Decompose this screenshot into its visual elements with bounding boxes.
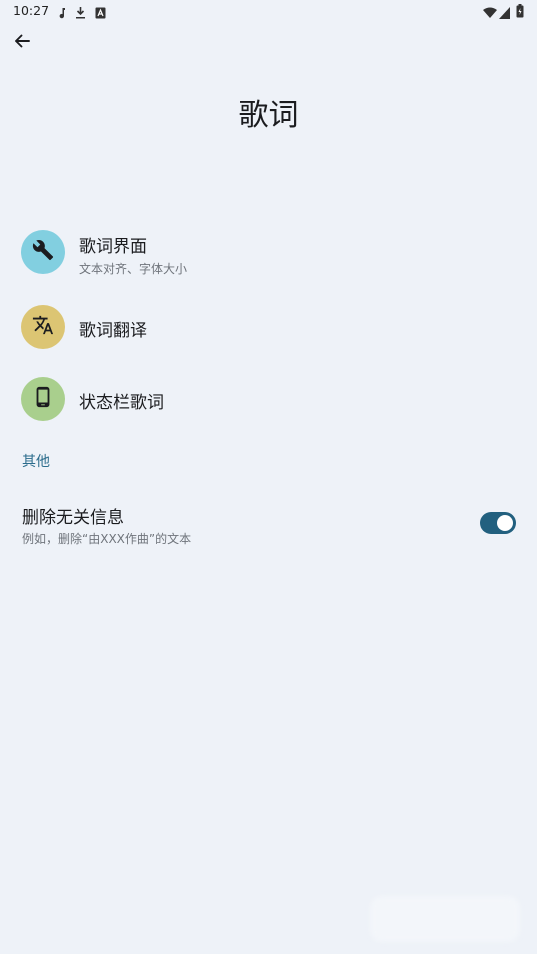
wrench-icon <box>32 239 54 265</box>
pref-summary: 文本对齐、字体大小 <box>79 262 188 276</box>
back-button[interactable] <box>8 29 36 57</box>
wifi-icon <box>483 4 497 23</box>
page-title: 歌词 <box>238 98 299 133</box>
battery-icon <box>516 3 524 22</box>
smartphone-icon <box>32 386 54 412</box>
pref-icon-bg <box>21 305 65 349</box>
pref-icon-bg <box>21 230 65 274</box>
toggle-switch[interactable] <box>480 512 516 534</box>
arrow-back-icon <box>13 32 31 54</box>
status-bar: 10:27 <box>0 0 537 22</box>
pref-lyrics-interface[interactable]: 歌词界面 文本对齐、字体大小 <box>0 219 537 285</box>
pref-title: 状态栏歌词 <box>79 393 164 413</box>
section-header-other: 其他 <box>22 454 50 470</box>
status-time: 10:27 <box>13 3 50 18</box>
pref-title: 删除无关信息 <box>22 508 124 528</box>
font-a-icon <box>95 4 106 23</box>
pref-lyrics-translation[interactable]: 歌词翻译 <box>0 294 537 360</box>
nav-gesture-pill <box>370 896 520 942</box>
pref-status-bar-lyrics[interactable]: 状态栏歌词 <box>0 366 537 432</box>
signal-icon <box>499 4 510 23</box>
pref-summary: 例如，删除“由XXX作曲”的文本 <box>22 532 192 546</box>
pref-icon-bg <box>21 377 65 421</box>
translate-icon <box>32 314 54 340</box>
music-note-icon <box>57 4 67 23</box>
download-icon <box>75 4 86 23</box>
toggle-thumb <box>497 515 513 531</box>
pref-title: 歌词翻译 <box>79 321 147 341</box>
pref-title: 歌词界面 <box>79 237 147 257</box>
